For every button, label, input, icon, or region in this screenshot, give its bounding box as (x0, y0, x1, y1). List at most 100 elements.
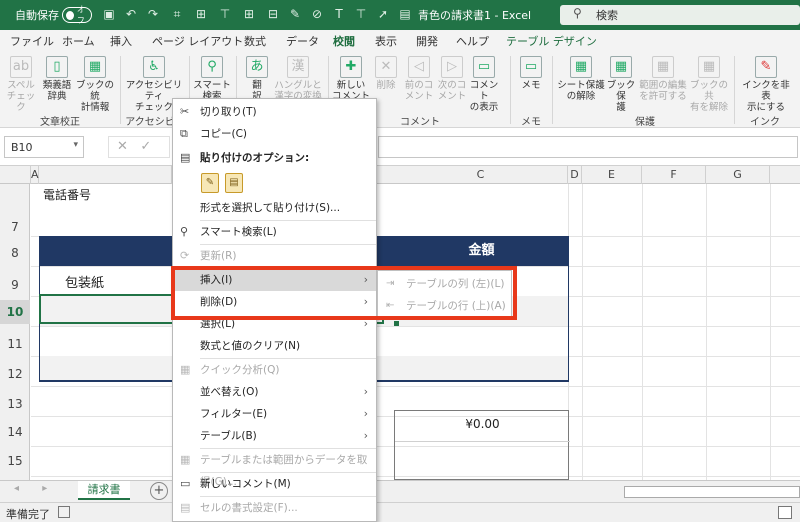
select-all-corner[interactable] (0, 166, 31, 184)
macro-record-icon[interactable] (58, 506, 70, 518)
menu-item-quick-analysis[interactable]: ▦ クイック分析(Q) (173, 359, 376, 381)
enter-icon[interactable]: ✓ (140, 139, 151, 154)
cancel-icon[interactable]: ✕ (117, 139, 128, 154)
menu-item-sort[interactable]: 並べ替え(O) › (173, 381, 376, 403)
paste-format-icon[interactable]: ✎ (201, 173, 219, 193)
tab-file[interactable]: ファイル (10, 33, 54, 49)
column-header-a[interactable]: A (31, 166, 39, 184)
hanger-icon[interactable]: ⊞ (242, 7, 256, 21)
formula-input[interactable] (378, 136, 798, 158)
sheet-nav-arrows-icon[interactable]: ◂ ▸ (14, 483, 57, 494)
fill-handle[interactable] (394, 321, 399, 326)
spell-icon[interactable]: ⌗ (170, 7, 184, 21)
tab-data[interactable]: データ (286, 33, 319, 49)
add-sheet-button[interactable]: + (150, 482, 168, 500)
row-header-13[interactable]: 13 (0, 397, 30, 411)
file-icon[interactable]: ▤ (398, 7, 412, 21)
thesaurus-button[interactable]: ▯ 類義語 辞典 (40, 56, 74, 102)
menu-item-format-cells[interactable]: ▤ セルの書式設定(F)... (173, 497, 376, 519)
cursor-icon[interactable]: ➚ (376, 7, 390, 21)
redo-icon[interactable]: ↷ (146, 7, 160, 21)
normal-view-icon[interactable] (778, 506, 792, 519)
row-header-9[interactable]: 9 (0, 278, 30, 292)
gridline (582, 184, 583, 480)
row-header-7[interactable]: 7 (0, 220, 30, 236)
eraser-icon[interactable]: ⊘ (310, 7, 324, 21)
next-comment-button[interactable]: ▷ 次のコ メント (436, 56, 468, 102)
tab-home[interactable]: ホーム (62, 33, 95, 49)
row-header-11[interactable]: 11 (0, 337, 30, 351)
total-cell[interactable]: ¥0.00 (394, 410, 570, 480)
ink-icon: ✎ (755, 56, 777, 78)
gridline (395, 441, 570, 442)
hide-ink-button[interactable]: ✎ インクを非表 示にする (738, 56, 794, 113)
column-header-e[interactable]: E (582, 166, 642, 184)
column-header-c[interactable]: C (394, 166, 568, 184)
search-icon: ⚲ (573, 6, 582, 20)
chevron-down-icon[interactable]: ▾ (73, 140, 78, 150)
gridline (31, 386, 800, 387)
cursor-text-icon[interactable]: ⊤ (354, 7, 368, 21)
menu-item-smart-lookup[interactable]: ⚲ スマート検索(L) (173, 221, 376, 243)
sheet-tab-invoice[interactable]: 請求書 (78, 481, 130, 500)
row-header-14[interactable]: 14 (0, 425, 30, 439)
bookmark-icon[interactable]: ⊞ (194, 7, 208, 21)
row-header-15[interactable]: 15 (0, 454, 30, 468)
tab-formulas[interactable]: 数式 (244, 33, 266, 49)
smart-lookup-button[interactable]: ⚲ スマート 検索 (192, 56, 232, 102)
protect-workbook-button[interactable]: ▦ ブック保護 (604, 56, 638, 113)
translate-button[interactable]: あ翻訳 (240, 56, 274, 102)
row-header-8[interactable]: 8 (0, 246, 30, 260)
menu-item-copy[interactable]: ⧉ コピー(C) (173, 123, 376, 145)
hangul-hanja-button[interactable]: 漢ハングルと 漢字の変換 (272, 56, 324, 102)
memo-button[interactable]: ▭ メモ (514, 56, 548, 91)
menu-item-get-data[interactable]: ▦ テーブルまたは範囲からデータを取得(G)... (173, 449, 376, 488)
unshare-workbook-button[interactable]: ▦ ブックの共 有を解除 (688, 56, 730, 113)
smart-lookup-icon: ⚲ (201, 56, 223, 78)
tab-developer[interactable]: 開発 (416, 33, 438, 49)
status-bar: 準備完了 (0, 502, 800, 522)
column-header-d[interactable]: D (568, 166, 582, 184)
tab-page-layout[interactable]: ページ レイアウト (152, 33, 243, 49)
row-header-10[interactable]: 10 (0, 300, 30, 324)
text-icon[interactable]: T (332, 7, 346, 21)
column-header-b[interactable] (39, 166, 172, 184)
menu-item-table[interactable]: テーブル(B) › (173, 425, 376, 447)
delete-comment-button[interactable]: ✕ 削除 (370, 56, 402, 91)
format-painter-icon[interactable]: ✎ (288, 7, 302, 21)
menu-item-clear-contents[interactable]: 数式と値のクリア(N) (173, 335, 376, 357)
unprotect-sheet-button[interactable]: ▦ シート保護 の解除 (556, 56, 606, 102)
menu-item-filter[interactable]: フィルター(E) › (173, 403, 376, 425)
row-header-12[interactable]: 12 (0, 367, 30, 381)
horizontal-scrollbar[interactable] (624, 486, 800, 498)
save-icon[interactable]: ▣ (102, 7, 116, 21)
worksheet-grid[interactable]: 電話番号 金額 包装紙 ¥0.00 (31, 184, 800, 480)
paste-icon: ▤ (180, 151, 191, 164)
quick-analysis-icon: ▦ (180, 363, 191, 376)
menu-item-refresh[interactable]: ⟳ 更新(R) (173, 245, 376, 267)
tab-view[interactable]: 表示 (375, 33, 397, 49)
allow-edit-ranges-button[interactable]: ▦ 範囲の編集 を許可する (638, 56, 688, 102)
name-box[interactable]: B10 ▾ (4, 136, 84, 158)
menu-item-cut[interactable]: ✂ 切り取り(T) (173, 101, 376, 123)
search-box[interactable]: ⚲ 検索 (560, 5, 800, 25)
autosave-toggle[interactable]: オフ (62, 5, 92, 25)
paste-values-icon[interactable]: ▤ (225, 173, 243, 193)
column-header-f[interactable]: F (642, 166, 706, 184)
pin-icon[interactable]: ⊤ (218, 7, 232, 21)
new-comment-button[interactable]: ✚ 新しい コメント (332, 56, 370, 102)
show-comments-button[interactable]: ▭ コメント の表示 (466, 56, 502, 113)
workbook-stats-button[interactable]: ▦ ブックの統 計情報 (74, 56, 116, 113)
abc-icon: ab (10, 56, 32, 78)
menu-item-paste-special[interactable]: 形式を選択して貼り付け(S)... (173, 197, 376, 219)
tab-help[interactable]: ヘルプ (456, 33, 489, 49)
tab-insert[interactable]: 挿入 (110, 33, 132, 49)
undo-icon[interactable]: ↶ (124, 7, 138, 21)
spell-check-button[interactable]: ab スペル チェック (4, 56, 38, 113)
ab-icon[interactable]: ⊟ (266, 7, 280, 21)
prev-comment-button[interactable]: ◁ 前のコ メント (402, 56, 436, 102)
column-header-g[interactable]: G (706, 166, 770, 184)
tab-table-design[interactable]: テーブル デザイン (506, 33, 597, 49)
menu-item-new-comment[interactable]: ▭ 新しいコメント(M) (173, 473, 376, 495)
ribbon-tabs: ファイル ホーム 挿入 ページ レイアウト 数式 データ 校閲 表示 開発 ヘル… (0, 30, 800, 52)
